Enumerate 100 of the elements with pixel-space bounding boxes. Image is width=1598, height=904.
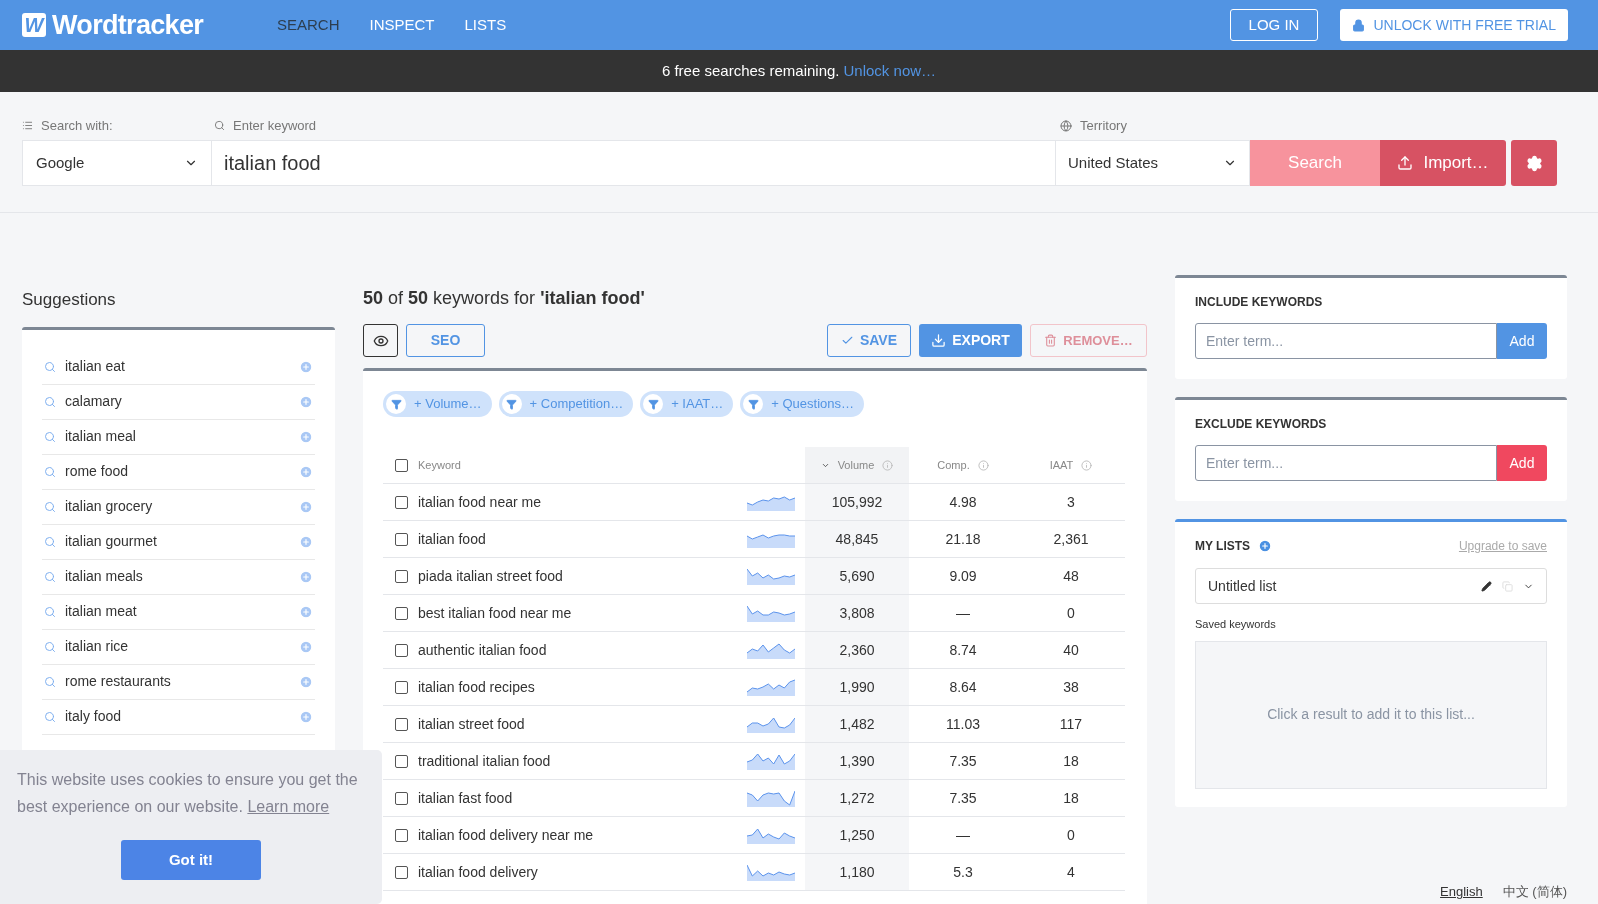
trend-sparkline xyxy=(747,752,795,770)
settings-button[interactable] xyxy=(1511,140,1557,186)
suggestion-item[interactable]: italian grocery xyxy=(42,489,315,525)
keyword-cell-text: italian food delivery near me xyxy=(418,825,595,845)
volume-cell-text: 2,360 xyxy=(839,640,875,660)
import-button[interactable]: Import… xyxy=(1380,140,1506,186)
competition-cell-text: 7.35 xyxy=(949,751,977,771)
suggestion-item[interactable]: italy food xyxy=(42,699,315,735)
suggestion-item[interactable]: rome food xyxy=(42,454,315,490)
term-field[interactable]: Enter term... xyxy=(1195,445,1497,481)
empty-list-hint: Click a result to add it to this list... xyxy=(1267,705,1475,724)
trash-icon xyxy=(1044,334,1058,347)
search-icon xyxy=(44,465,56,478)
download-icon xyxy=(931,333,947,348)
term-field[interactable]: Enter term... xyxy=(1195,323,1497,359)
language-link[interactable]: 中文 (简体) xyxy=(1502,882,1567,902)
trend-sparkline xyxy=(747,678,795,696)
suggestion-item[interactable]: rome restaurants xyxy=(42,664,315,700)
keyword-row[interactable]: authentic italian food 2,360 8.74 40 xyxy=(383,632,1125,669)
column-header[interactable]: Keyword xyxy=(418,456,461,474)
keyword-row[interactable]: italian street food 1,482 11.03 117 xyxy=(383,706,1125,743)
trend-sparkline xyxy=(747,641,795,659)
trend-sparkline xyxy=(747,567,795,585)
trend-sparkline xyxy=(747,715,795,733)
notice-text: 6 free searches remaining. xyxy=(661,60,840,81)
search-icon xyxy=(44,640,56,653)
saved-label: Saved keywords xyxy=(1195,617,1277,632)
volume-cell-text: 5,690 xyxy=(839,566,875,586)
iaat-cell-text: 18 xyxy=(1063,751,1079,771)
trend-sparkline xyxy=(747,493,795,511)
row-checkbox[interactable] xyxy=(395,717,408,731)
suggestion-item[interactable]: italian meals xyxy=(42,559,315,595)
volume-cell-text: 1,990 xyxy=(839,677,875,697)
list-icon xyxy=(22,120,33,132)
row-checkbox[interactable] xyxy=(395,865,408,879)
iaat-cell-text: 40 xyxy=(1063,640,1079,660)
pencil-icon[interactable] xyxy=(1481,580,1492,592)
iaat-cell-text: 0 xyxy=(1067,603,1075,623)
row-checkbox[interactable] xyxy=(395,569,408,583)
territory-select[interactable]: United States xyxy=(1055,140,1250,186)
competition-cell-text: 8.64 xyxy=(949,677,977,697)
row-checkbox[interactable] xyxy=(395,532,408,546)
row-checkbox[interactable] xyxy=(395,791,408,805)
suggestion-item[interactable]: italian eat xyxy=(42,349,315,385)
suggestion-item[interactable]: italian gourmet xyxy=(42,524,315,560)
competition-cell-text: 8.74 xyxy=(949,640,977,660)
iaat-cell-text: 3 xyxy=(1067,492,1075,512)
search-icon xyxy=(44,710,56,723)
keyword-row[interactable]: traditional italian food 1,390 7.35 18 xyxy=(383,743,1125,780)
keyword-cell-text: italian food delivery xyxy=(418,862,539,882)
globe-icon xyxy=(1060,119,1072,132)
column-header[interactable]: IAAT xyxy=(1017,447,1125,483)
keyword-row[interactable]: italian food recipes 1,990 8.64 38 xyxy=(383,669,1125,706)
keyword-row[interactable]: italian food near me 105,992 4.98 3 xyxy=(383,484,1125,521)
search-icon xyxy=(44,570,56,583)
competition-cell-text: 5.3 xyxy=(953,862,973,882)
list-select[interactable]: Untitled list xyxy=(1195,568,1547,604)
row-checkbox[interactable] xyxy=(395,754,408,768)
suggestion-item[interactable]: italian meal xyxy=(42,419,315,455)
keyword-row[interactable]: italian food delivery 1,180 5.3 4 xyxy=(383,854,1125,891)
keyword-field[interactable]: italian food xyxy=(212,140,1055,186)
iaat-cell-text: 4 xyxy=(1067,862,1075,882)
field-label: Search with: xyxy=(41,117,113,135)
select-all-checkbox[interactable] xyxy=(395,458,408,472)
add-list-icon[interactable] xyxy=(1258,539,1273,553)
iaat-cell-text: 0 xyxy=(1067,825,1075,845)
got-it-button[interactable]: Got it! xyxy=(121,840,261,880)
upload-icon xyxy=(1397,155,1414,171)
search-icon xyxy=(44,535,56,548)
competition-cell-text: — xyxy=(956,825,970,845)
row-checkbox[interactable] xyxy=(395,495,408,509)
visibility-button[interactable] xyxy=(363,324,398,357)
language-link[interactable]: English xyxy=(1440,882,1483,902)
column-header[interactable]: Comp. xyxy=(909,447,1017,483)
search-icon xyxy=(44,395,56,408)
field-label: Territory xyxy=(1080,117,1127,135)
row-checkbox[interactable] xyxy=(395,828,408,842)
suggestion-item[interactable]: italian meat xyxy=(42,594,315,630)
search-icon xyxy=(44,675,56,688)
filter-icon xyxy=(386,394,406,414)
keyword-row[interactable]: italian fast food 1,272 7.35 18 xyxy=(383,780,1125,817)
row-checkbox[interactable] xyxy=(395,680,408,694)
suggestion-item[interactable]: italian rice xyxy=(42,629,315,665)
competition-cell-text: 11.03 xyxy=(946,714,980,734)
row-checkbox[interactable] xyxy=(395,643,408,657)
info-icon xyxy=(1081,459,1093,471)
row-checkbox[interactable] xyxy=(395,606,408,620)
keyword-row[interactable]: italian food 48,845 21.18 2,361 xyxy=(383,521,1125,558)
keyword-cell-text: italian fast food xyxy=(418,788,514,808)
card-title: MY LISTS xyxy=(1195,538,1251,555)
engine-select[interactable]: Google xyxy=(22,140,212,186)
add-button[interactable]: Add xyxy=(1497,445,1547,481)
keyword-row[interactable]: italian food delivery near me 1,250 — 0 xyxy=(383,817,1125,854)
unlock-link[interactable]: Unlock now… xyxy=(843,59,937,83)
card-title: INCLUDE KEYWORDS xyxy=(1195,294,1324,311)
nav-tab[interactable]: SEARCH xyxy=(277,13,340,37)
keyword-cell-text: italian food near me xyxy=(418,492,542,512)
suggestion-item[interactable]: calamary xyxy=(42,384,315,420)
keyword-row[interactable]: best italian food near me 3,808 — 0 xyxy=(383,595,1125,632)
keyword-row[interactable]: piada italian street food 5,690 9.09 48 xyxy=(383,558,1125,595)
